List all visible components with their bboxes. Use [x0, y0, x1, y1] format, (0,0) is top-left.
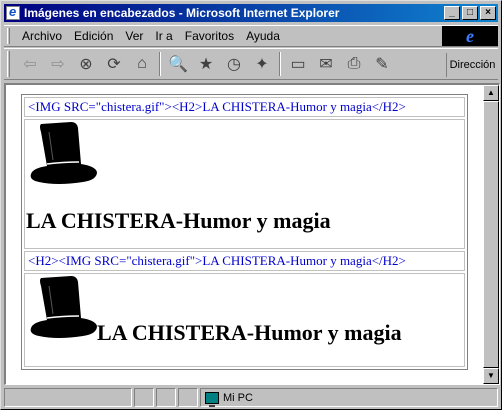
- minimize-button[interactable]: _: [444, 6, 460, 20]
- menu-favoritos[interactable]: Favoritos: [179, 29, 240, 43]
- scroll-up-button[interactable]: ▲: [483, 85, 499, 101]
- toolbar-grip[interactable]: [7, 51, 10, 77]
- menu-archivo[interactable]: Archivo: [16, 29, 68, 43]
- html-code-2: <H2><IMG SRC="chistera.gif">LA CHISTERA-…: [28, 253, 406, 268]
- ie-logo-letter: e: [466, 25, 474, 46]
- render-cell-1: LA CHISTERA-Humor y magia: [24, 119, 465, 249]
- history-icon[interactable]: ◷: [220, 51, 248, 77]
- back-icon[interactable]: ⇦: [16, 51, 44, 77]
- page-viewport: <IMG SRC="chistera.gif"><H2>LA CHISTERA-…: [4, 83, 500, 385]
- html-code-1: <IMG SRC="chistera.gif"><H2>LA CHISTERA-…: [28, 99, 406, 114]
- status-zone-pane: Mi PC: [200, 388, 498, 407]
- menubar-grip[interactable]: [7, 28, 10, 44]
- title-bar[interactable]: Imágenes en encabezados - Microsoft Inte…: [4, 4, 498, 22]
- fullscreen-icon[interactable]: ▭: [284, 51, 312, 77]
- mail-icon[interactable]: ✉: [312, 51, 340, 77]
- heading-2: LA CHISTERA-Humor y magia: [97, 320, 402, 345]
- top-hat-image: [30, 122, 97, 184]
- heading-1: LA CHISTERA-Humor y magia: [26, 208, 331, 233]
- vertical-scrollbar[interactable]: ▲ ▼: [483, 85, 499, 384]
- status-bar: Mi PC: [4, 388, 498, 407]
- render-cell-2: LA CHISTERA-Humor y magia: [24, 273, 465, 367]
- maximize-button[interactable]: □: [462, 6, 478, 20]
- search-icon[interactable]: 🔍: [164, 51, 192, 77]
- status-text-pane: [4, 388, 132, 407]
- toolbar-separator: [279, 52, 281, 76]
- browser-window: Imágenes en encabezados - Microsoft Inte…: [0, 0, 502, 410]
- menu-ver[interactable]: Ver: [119, 29, 149, 43]
- forward-icon[interactable]: ⇨: [44, 51, 72, 77]
- standard-toolbar: ⇦ ⇨ ⊗ ⟳ ⌂ 🔍 ★ ◷ ✦ ▭ ✉ ⎙ ✎ Dirección: [4, 48, 498, 80]
- channels-icon[interactable]: ✦: [248, 51, 276, 77]
- zone-label: Mi PC: [223, 391, 253, 404]
- address-bar-label[interactable]: Dirección: [446, 53, 498, 77]
- menu-ir-a[interactable]: Ir a: [149, 29, 178, 43]
- menu-edicion[interactable]: Edición: [68, 29, 119, 43]
- status-offline-pane: [178, 388, 198, 407]
- toolbar-separator: [159, 52, 161, 76]
- top-hat-image: [30, 276, 97, 338]
- home-icon[interactable]: ⌂: [128, 51, 156, 77]
- page-content: <IMG SRC="chistera.gif"><H2>LA CHISTERA-…: [6, 85, 482, 384]
- scroll-down-button[interactable]: ▼: [483, 368, 499, 384]
- close-button[interactable]: ×: [480, 6, 496, 20]
- menu-bar: Archivo Edición Ver Ir a Favoritos Ayuda…: [4, 25, 498, 47]
- code-cell-2: <H2><IMG SRC="chistera.gif">LA CHISTERA-…: [24, 251, 465, 271]
- status-progress-pane: [134, 388, 154, 407]
- ie-app-icon[interactable]: [6, 4, 20, 20]
- computer-icon: [205, 391, 219, 407]
- example-table: <IMG SRC="chistera.gif"><H2>LA CHISTERA-…: [21, 94, 468, 370]
- edit-icon[interactable]: ✎: [368, 51, 396, 77]
- print-icon[interactable]: ⎙: [340, 51, 368, 77]
- window-title: Imágenes en encabezados - Microsoft Inte…: [24, 6, 340, 20]
- refresh-icon[interactable]: ⟳: [100, 51, 128, 77]
- status-secure-pane: [156, 388, 176, 407]
- favorites-icon[interactable]: ★: [192, 51, 220, 77]
- menu-ayuda[interactable]: Ayuda: [240, 29, 286, 43]
- code-cell-1: <IMG SRC="chistera.gif"><H2>LA CHISTERA-…: [24, 97, 465, 117]
- scroll-thumb[interactable]: [483, 101, 499, 368]
- stop-icon[interactable]: ⊗: [72, 51, 100, 77]
- ie-logo-icon: e: [442, 26, 498, 46]
